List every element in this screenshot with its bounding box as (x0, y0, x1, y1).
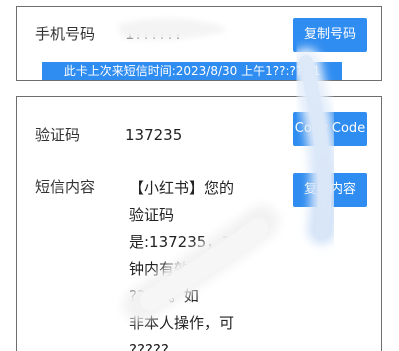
sms-receive-panel: 手机号码 1?????? 复制号码 此卡上次来短信时间:2023/8/30 上午… (0, 0, 399, 351)
content-label: 短信内容 (35, 178, 96, 196)
sms-card: 验证码 137235 Copy Code 短信内容 复制内容 【小红书】您的 验… (16, 96, 382, 351)
sms-line: 钟内有效， (129, 260, 205, 278)
copy-code-button[interactable]: Copy Code (293, 112, 367, 146)
sms-line: 【小红书】您的 (129, 179, 235, 197)
code-label: 验证码 (35, 126, 81, 144)
sms-line: 非本人操作，可 (129, 314, 235, 332)
sms-line: 验证码 (129, 206, 175, 224)
copy-content-button[interactable]: 复制内容 (293, 173, 367, 207)
phone-number-value: 1?????? (125, 25, 183, 43)
sms-line: 是:137235，1分 (129, 233, 246, 251)
verification-code-value: 137235 (125, 126, 183, 144)
copy-phone-button[interactable]: 复制号码 (293, 18, 367, 52)
phone-label: 手机号码 (35, 25, 96, 43)
last-sms-time-banner: 此卡上次来短信时间:2023/8/30 上午1??:??:?1 (42, 62, 342, 80)
sms-content: 【小红书】您的 验证码 是:137235，1分 钟内有效， ?????。如 非本… (129, 175, 249, 351)
sms-line: ?????。如 (129, 287, 199, 305)
sms-line: ????? (129, 341, 169, 351)
